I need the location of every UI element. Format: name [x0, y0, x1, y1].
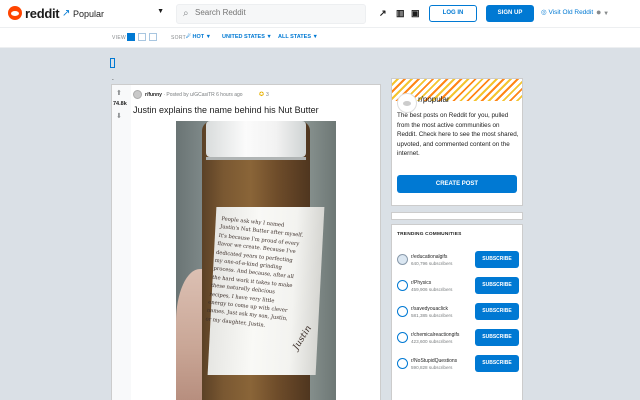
search-box[interactable]: ⌕ [176, 4, 366, 24]
trending-icon[interactable]: ↗ [379, 8, 387, 19]
community-subscribers: 590,828 subscribers [411, 365, 453, 370]
view-label: VIEW [112, 35, 126, 41]
login-button[interactable]: LOG IN [429, 5, 477, 22]
compact-view-button[interactable] [149, 33, 157, 41]
community-name[interactable]: r/savedyouaclick [411, 306, 448, 312]
hot-icon: ☄ [186, 34, 191, 40]
signup-button[interactable]: SIGN UP [486, 5, 534, 22]
trending-community-row[interactable]: r/Physics 459,906 subscribers SUBSCRIBE [397, 277, 521, 299]
post-score: 74.8k [113, 101, 127, 107]
trending-community-row[interactable]: r/chemicalreactiongifs 423,600 subscribe… [397, 329, 521, 351]
chevron-down-icon: ▼ [312, 34, 318, 40]
chevron-down-icon: ▼ [205, 34, 212, 40]
community-name[interactable]: r/Physics [411, 280, 431, 286]
visit-old-reddit-link[interactable]: ◎ Visit Old Reddit [541, 8, 593, 16]
trending-icon: ↗ [62, 8, 71, 19]
post-card[interactable]: ⬆ 74.8k ⬇ r/funny · Posted by u/GCasiTR … [111, 84, 381, 400]
community-subscribers: 459,906 subscribers [411, 287, 453, 292]
popular-description: The best posts on Reddit for you, pulled… [397, 112, 519, 158]
downvote-icon[interactable]: ⬇ [116, 112, 122, 120]
feed-selector[interactable]: ↗ Popular ▼ [58, 5, 168, 23]
award-icon[interactable]: ✪ [259, 91, 264, 98]
community-name[interactable]: r/NoStupidQuestions [411, 358, 457, 364]
community-icon [397, 332, 408, 343]
chevron-down-icon: ▼ [157, 8, 164, 15]
community-icon [397, 254, 408, 265]
sidebar-spacer-card [391, 212, 523, 220]
old-reddit-label: Visit Old Reddit [548, 9, 594, 16]
card-view-button[interactable] [127, 33, 135, 41]
post-title[interactable]: Justin explains the name behind his Nut … [133, 105, 319, 115]
vote-column: ⬆ 74.8k ⬇ [112, 85, 131, 400]
post-image[interactable]: People ask why I named Justin's Nut Butt… [176, 121, 336, 400]
search-input[interactable] [195, 8, 355, 17]
user-menu[interactable]: ● ▼ [596, 7, 609, 17]
sort-hot-dropdown[interactable]: ☄ HOT ▼ [186, 34, 211, 40]
posted-by[interactable]: · Posted by u/GCasiTR 6 hours ago [163, 92, 242, 98]
subscribe-button[interactable]: SUBSCRIBE [475, 329, 519, 346]
jar-lid-shape [206, 121, 306, 157]
trending-community-row[interactable]: r/educationalgifs 640,796 subscribers SU… [397, 251, 521, 273]
subscribe-button[interactable]: SUBSCRIBE [475, 251, 519, 268]
focus-marker [110, 58, 115, 68]
sort-value: HOT [192, 34, 205, 40]
tv-icon[interactable]: ▣ [411, 8, 420, 19]
community-icon [397, 280, 408, 291]
popular-avatar-icon [397, 93, 417, 113]
chevron-down-icon: ▼ [601, 11, 610, 17]
community-subscribers: 640,796 subscribers [411, 261, 453, 266]
subscribe-button[interactable]: SUBSCRIBE [475, 277, 519, 294]
popular-info-card: r/popular The best posts on Reddit for y… [391, 78, 523, 206]
divider: - [112, 77, 114, 83]
sort-bar: VIEW SORT ☄ HOT ▼ UNITED STATES ▼ ALL ST… [0, 28, 640, 48]
jar-signature: Justin [291, 324, 315, 352]
reddit-wordmark[interactable]: reddit [25, 6, 60, 21]
community-icon [397, 358, 408, 369]
create-post-button[interactable]: CREATE POST [397, 175, 517, 193]
feed-label: Popular [73, 9, 105, 19]
reddit-logo-icon[interactable] [8, 6, 22, 20]
trending-communities-card: TRENDING COMMUNITIES r/educationalgifs 6… [391, 224, 523, 400]
country-dropdown[interactable]: UNITED STATES ▼ [222, 34, 272, 40]
sort-label: SORT [171, 35, 186, 41]
community-subscribers: 423,600 subscribers [411, 339, 453, 344]
jar-label-text: People ask why I named Justin's Nut Butt… [205, 215, 304, 329]
chart-icon[interactable]: ▥ [396, 8, 405, 19]
trending-community-row[interactable]: r/NoStupidQuestions 590,828 subscribers … [397, 355, 521, 377]
classic-view-button[interactable] [138, 33, 146, 41]
subscribe-button[interactable]: SUBSCRIBE [475, 303, 519, 320]
subscribe-button[interactable]: SUBSCRIBE [475, 355, 519, 372]
popular-title: r/popular [418, 95, 450, 104]
trending-title: TRENDING COMMUNITIES [397, 232, 462, 237]
community-name[interactable]: r/educationalgifs [411, 254, 447, 260]
community-subscribers: 581,385 subscribers [411, 313, 453, 318]
region-value: ALL STATES [278, 34, 311, 40]
community-icon [397, 306, 408, 317]
chevron-down-icon: ▼ [266, 34, 272, 40]
upvote-icon[interactable]: ⬆ [116, 89, 122, 97]
country-value: UNITED STATES [222, 34, 265, 40]
region-dropdown[interactable]: ALL STATES ▼ [278, 34, 318, 40]
community-name[interactable]: r/chemicalreactiongifs [411, 332, 459, 338]
jar-label: People ask why I named Justin's Nut Butt… [205, 207, 325, 375]
top-header: reddit ↗ Popular ▼ ⌕ ↗ ▥ ▣ LOG IN SIGN U… [0, 0, 640, 28]
search-icon: ⌕ [183, 8, 189, 19]
subreddit-link[interactable]: r/funny [145, 92, 162, 98]
post-meta: r/funny · Posted by u/GCasiTR 6 hours ag… [145, 92, 243, 98]
jar-lid-rim [206, 157, 306, 160]
subreddit-avatar[interactable] [133, 90, 142, 99]
trending-community-row[interactable]: r/savedyouaclick 581,385 subscribers SUB… [397, 303, 521, 325]
award-count: 3 [266, 92, 269, 98]
